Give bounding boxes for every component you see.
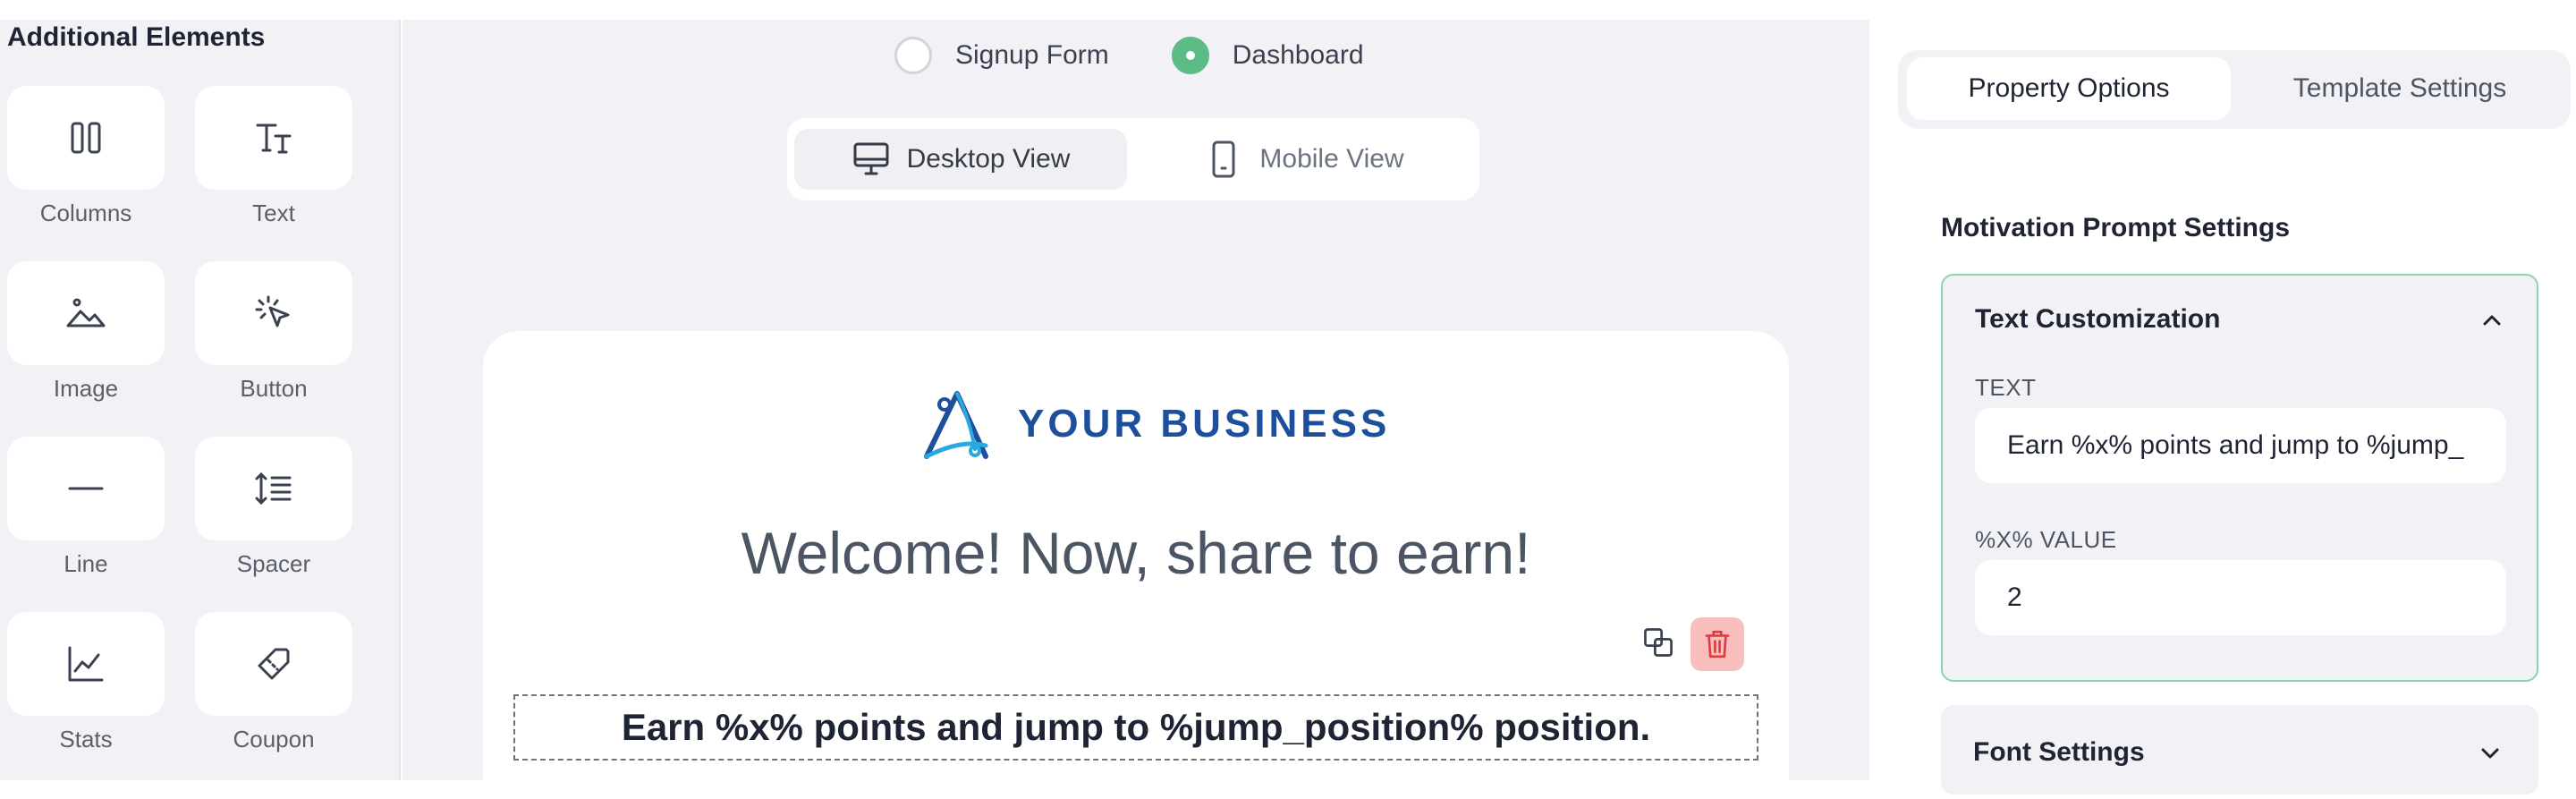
element-tile-stats[interactable]: [7, 612, 165, 716]
chevron-down-icon[interactable]: [2478, 741, 2503, 766]
tab-template-settings[interactable]: Template Settings: [2238, 57, 2562, 120]
element-label-line: Line: [64, 550, 108, 577]
spacer-icon: [255, 472, 292, 506]
accordion-text-customization: Text Customization TEXT %X% VALUE: [1941, 274, 2538, 682]
element-tile-image[interactable]: [7, 261, 165, 365]
sidebar-title: Additional Elements: [7, 22, 266, 52]
cursor-click-icon: [255, 295, 290, 327]
text-input[interactable]: [1975, 408, 2506, 483]
form-type-selector: Signup Form Dashboard: [894, 36, 1364, 75]
delete-button[interactable]: [1690, 617, 1744, 671]
element-label-image: Image: [53, 375, 119, 402]
text-field-label: TEXT: [1975, 374, 2037, 401]
element-tile-columns[interactable]: [7, 86, 165, 190]
desktop-view-label: Desktop View: [906, 144, 1071, 174]
view-toggle: Desktop View Mobile View: [787, 118, 1479, 200]
trash-icon: [1705, 630, 1730, 659]
settings-tabs: Property Options Template Settings: [1898, 50, 2571, 129]
radio-dashboard[interactable]: Dashboard: [1171, 37, 1364, 74]
chevron-up-icon[interactable]: [2479, 308, 2504, 333]
element-label-text: Text: [252, 200, 295, 226]
radio-label-signup-form: Signup Form: [955, 40, 1109, 70]
radio-circle[interactable]: [894, 37, 932, 74]
duplicate-icon: [1644, 628, 1673, 657]
welcome-heading[interactable]: Welcome! Now, share to earn!: [483, 519, 1789, 587]
mobile-view-label: Mobile View: [1259, 144, 1404, 174]
editor-area: Signup Form Dashboard Desktop View Mobil…: [402, 20, 1869, 799]
logo-mark-icon: [924, 391, 988, 459]
text-icon: [256, 123, 292, 154]
radio-signup-form[interactable]: Signup Form: [894, 37, 1109, 74]
business-logo: YOUR BUSINESS: [918, 385, 1390, 463]
element-label-stats: Stats: [59, 726, 113, 752]
accordion-title[interactable]: Font Settings: [1973, 737, 2145, 768]
element-label-columns: Columns: [39, 200, 132, 226]
element-label-spacer: Spacer: [236, 550, 311, 577]
motivation-prompt-block[interactable]: Earn %x% points and jump to %jump_positi…: [513, 694, 1758, 761]
image-icon: [66, 298, 106, 327]
element-tile-coupon[interactable]: [195, 612, 352, 716]
element-tile-spacer[interactable]: [195, 437, 352, 540]
element-label-button: Button: [240, 375, 308, 402]
mobile-view-button[interactable]: Mobile View: [1138, 129, 1470, 190]
accordion-font-settings: Font Settings: [1941, 705, 2538, 795]
radio-circle-checked[interactable]: [1171, 37, 1209, 74]
columns-icon: [71, 122, 101, 154]
element-label-coupon: Coupon: [233, 726, 315, 752]
desktop-view-button[interactable]: Desktop View: [794, 129, 1127, 190]
tab-property-options[interactable]: Property Options: [1907, 57, 2231, 120]
email-preview-canvas: YOUR BUSINESS Welcome! Now, share to ear…: [483, 331, 1789, 799]
element-tile-line[interactable]: [7, 437, 165, 540]
coupon-icon: [258, 648, 290, 680]
mobile-phone-icon: [1212, 140, 1235, 178]
accordion-title[interactable]: Text Customization: [1975, 304, 2220, 335]
element-tile-text[interactable]: [195, 86, 352, 190]
stats-icon: [68, 646, 104, 682]
x-value-input[interactable]: [1975, 560, 2506, 635]
x-value-label: %X% VALUE: [1975, 526, 2117, 553]
element-tile-button[interactable]: [195, 261, 352, 365]
logo-text: YOUR BUSINESS: [1018, 402, 1391, 446]
section-title: Motivation Prompt Settings: [1941, 213, 2290, 242]
elements-sidebar: Additional Elements Columns Text Image B…: [0, 20, 401, 780]
radio-label-dashboard: Dashboard: [1232, 40, 1364, 70]
monitor-icon: [853, 142, 889, 175]
duplicate-button[interactable]: [1639, 623, 1678, 662]
line-icon: [68, 487, 104, 490]
